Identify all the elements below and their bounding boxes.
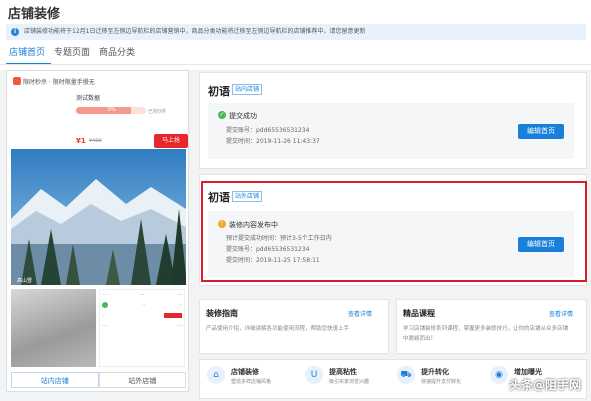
- banner-caption: 高山雪: [17, 278, 33, 284]
- tab-out-store[interactable]: 站外店铺: [98, 372, 186, 388]
- flash-sale-tag: 限时秒杀 · 限时限量手慢无: [13, 77, 95, 86]
- guide-title: 装修指南: [206, 309, 238, 318]
- feature-desc: 快速提升支付转化: [421, 379, 462, 385]
- course-details-link[interactable]: 查看详情: [549, 309, 573, 318]
- feature-name: 店铺装修: [231, 368, 259, 376]
- store-preview: 限时秒杀 · 限时限量手慢无 测试数据 0% 已抢0件 ¥1 ¥400 马上抢: [6, 70, 189, 392]
- mini-row: ·· ··: [102, 302, 182, 308]
- mini-button: [164, 313, 182, 318]
- product-thumbnail: [13, 89, 69, 143]
- feature-name: 提高粘性: [329, 368, 357, 376]
- store-type-badge: 站内店铺: [232, 84, 263, 95]
- highlight-frame: [201, 181, 587, 282]
- check-icon: ✓: [218, 111, 226, 119]
- tab-home[interactable]: 店铺首页: [6, 47, 52, 65]
- fabric-thumbnail: [11, 289, 96, 367]
- flash-sale-item: 限时秒杀 · 限时限量手慢无 测试数据 0% 已抢0件 ¥1 ¥400 马上抢: [13, 77, 188, 148]
- feature-decoration: ⌂ 店铺装修 塑造多样店铺风格: [207, 364, 297, 394]
- mini-row: ···· ···· ····: [102, 292, 182, 297]
- status-text: 提交成功: [229, 112, 257, 120]
- edit-home-button[interactable]: 编辑首页: [518, 124, 564, 139]
- info-icon: i: [11, 28, 19, 36]
- tab-topic[interactable]: 专题页面: [51, 47, 96, 65]
- course-title: 精品课程: [403, 309, 435, 318]
- store-name: 初语: [208, 85, 230, 98]
- page-tabs: 店铺首页 专题页面 商品分类: [6, 47, 141, 65]
- store-card-internal: 初语 站内店铺 ✓ 提交成功 提交账号：pdd65536531234 提交时间：…: [199, 72, 587, 169]
- feature-desc: 塑造多样店铺风格: [231, 379, 272, 385]
- status-dot-icon: [102, 302, 108, 308]
- mini-row: ··: [102, 313, 182, 318]
- tab-category[interactable]: 商品分类: [96, 47, 141, 65]
- mini-row: ···· ····: [102, 323, 182, 328]
- submit-account: 提交账号：pdd65536531234: [226, 127, 310, 134]
- feature-desc: 吸引买家浏览兴趣: [329, 379, 370, 385]
- sale-progress-label: 0%: [108, 107, 116, 113]
- status-title: ✓ 提交成功: [218, 111, 257, 121]
- mini-dashboard: ···· ···· ···· ·· ·· ·· ···· ····: [99, 289, 185, 367]
- sale-price: ¥1: [76, 137, 86, 145]
- snow-mountain-picture: [11, 149, 186, 285]
- store-icon: ⌂: [207, 366, 225, 384]
- guide-desc: 产品使用介绍，详细讲解各功能使用流程，帮助您快速上手: [206, 326, 350, 332]
- feature-name: 提升转化: [421, 368, 449, 376]
- banner-image: 高山雪: [11, 149, 186, 285]
- guide-details-link[interactable]: 查看详情: [348, 309, 372, 318]
- course-card: 精品课程 查看详情 学习店铺装修系列课程，掌握更多装修技巧，让你的店铺从众多店铺…: [396, 299, 587, 354]
- product-name: 测试数据: [76, 95, 101, 102]
- preview-store-tabs: 站内店铺 站外店铺: [11, 372, 186, 388]
- sale-progress-fill: [76, 107, 131, 114]
- notice-bar: i 店铺装修功能将于12月1日迁移至左侧边导航栏的店铺营销中，商品分类功能将迁移…: [6, 24, 586, 40]
- notice-text: 店铺装修功能将于12月1日迁移至左侧边导航栏的店铺营销中，商品分类功能将迁移至左…: [24, 28, 366, 35]
- feature-conversion: ⛟ 提升转化 快速提升支付转化: [397, 364, 487, 394]
- flash-icon: [13, 77, 21, 85]
- cart-icon: ⛟: [397, 366, 415, 384]
- magnet-icon: U: [305, 366, 323, 384]
- sold-count: 已抢0件: [148, 109, 167, 115]
- page-header: 店铺装修 i 店铺装修功能将于12月1日迁移至左侧边导航栏的店铺营销中，商品分类…: [0, 0, 591, 70]
- feature-stickiness: U 提高粘性 吸引买家浏览兴趣: [305, 364, 395, 394]
- page-title: 店铺装修: [8, 7, 61, 22]
- submit-time: 提交时间：2019-11-26 11:43:37: [226, 138, 320, 145]
- eye-icon: ◉: [490, 366, 508, 384]
- guide-card: 装修指南 查看详情 产品使用介绍，详细讲解各功能使用流程，帮助您快速上手: [199, 299, 389, 354]
- tabs-divider: [0, 64, 591, 65]
- tab-in-store[interactable]: 站内店铺: [11, 372, 99, 388]
- original-price: ¥400: [89, 138, 102, 144]
- course-desc: 学习店铺装修系列课程，掌握更多装修技巧，让你的店铺从众多店铺中脱颖而出！: [403, 326, 569, 342]
- buy-now-button[interactable]: 马上抢: [154, 134, 188, 148]
- watermark: 头条@阻手网: [508, 378, 581, 392]
